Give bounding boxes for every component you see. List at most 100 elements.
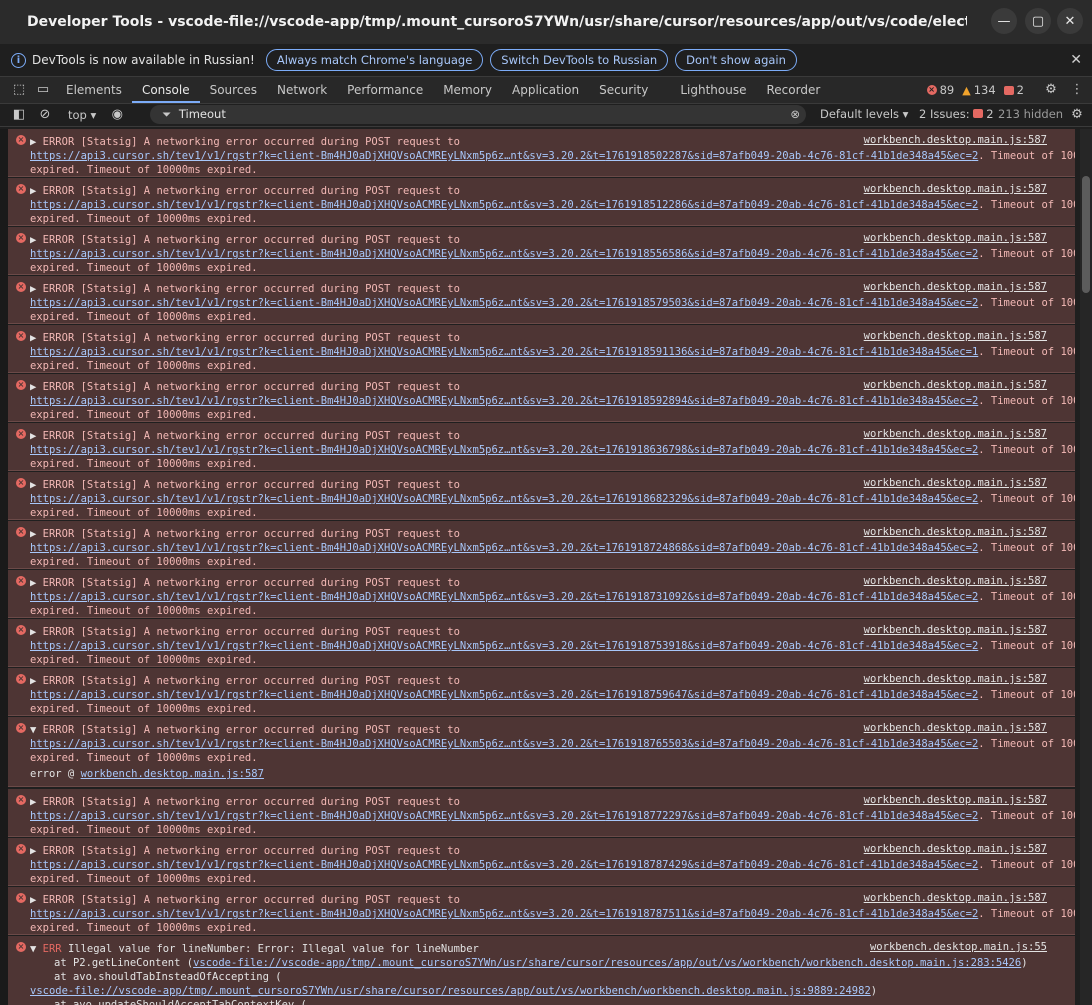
- tab-network[interactable]: Network: [267, 77, 337, 103]
- levels-dropdown[interactable]: Default levels ▾: [820, 107, 908, 121]
- tab-console[interactable]: Console: [131, 77, 200, 103]
- close-button[interactable]: ✕: [1057, 8, 1083, 34]
- maximize-button[interactable]: ▢: [1025, 8, 1051, 34]
- source-link[interactable]: workbench.desktop.main.js:587: [864, 721, 1047, 735]
- console-scrollbar-thumb[interactable]: [1082, 176, 1090, 293]
- collapsed-triangle-icon[interactable]: ▶: [30, 136, 43, 148]
- log-level: ERROR: [42, 894, 75, 906]
- source-link[interactable]: workbench.desktop.main.js:587: [864, 672, 1047, 686]
- collapsed-triangle-icon[interactable]: ▶: [30, 332, 43, 344]
- request-url-link[interactable]: https://api3.cursor.sh/tev1/v1/rgstr?k=c…: [30, 542, 978, 554]
- source-link[interactable]: workbench.desktop.main.js:587: [864, 329, 1047, 343]
- source-link[interactable]: workbench.desktop.main.js:587: [864, 182, 1047, 196]
- timeout-text: . Timeout of 10000ms: [978, 248, 1075, 260]
- source-link[interactable]: workbench.desktop.main.js:587: [864, 793, 1047, 807]
- request-url-link[interactable]: https://api3.cursor.sh/tev1/v1/rgstr?k=c…: [30, 591, 978, 603]
- always-match-language-button[interactable]: Always match Chrome's language: [265, 49, 484, 71]
- source-link[interactable]: workbench.desktop.main.js:55: [870, 940, 1047, 954]
- source-link[interactable]: workbench.desktop.main.js:587: [864, 231, 1047, 245]
- collapsed-triangle-icon[interactable]: ▶: [30, 577, 43, 589]
- source-link[interactable]: workbench.desktop.main.js:587: [864, 842, 1047, 856]
- url-prefix: https://api3.cursor.sh/tev1/v1/rgstr?k=c…: [30, 346, 606, 358]
- request-url-link[interactable]: https://api3.cursor.sh/tev1/v1/rgstr?k=c…: [30, 908, 978, 920]
- stack-source-link[interactable]: workbench.desktop.main.js:587: [81, 768, 264, 780]
- tab-sources[interactable]: Sources: [200, 77, 267, 103]
- tab-security[interactable]: Security: [589, 77, 658, 103]
- device-toolbar-icon[interactable]: ▭: [36, 83, 50, 97]
- minimize-button[interactable]: —: [991, 8, 1017, 34]
- expanded-triangle-icon[interactable]: ▼: [30, 724, 43, 736]
- collapsed-triangle-icon[interactable]: ▶: [30, 430, 43, 442]
- request-url-link[interactable]: https://api3.cursor.sh/tev1/v1/rgstr?k=c…: [30, 810, 978, 822]
- source-link[interactable]: workbench.desktop.main.js:587: [864, 476, 1047, 490]
- request-url-link[interactable]: https://api3.cursor.sh/tev1/v1/rgstr?k=c…: [30, 859, 978, 871]
- source-link[interactable]: workbench.desktop.main.js:587: [864, 280, 1047, 294]
- error-icon: ×: [16, 723, 26, 733]
- collapsed-triangle-icon[interactable]: ▶: [30, 626, 43, 638]
- filter-clear-icon[interactable]: ⊗: [790, 105, 800, 124]
- dont-show-again-button[interactable]: Don't show again: [675, 49, 797, 71]
- source-link[interactable]: workbench.desktop.main.js:587: [864, 574, 1047, 588]
- request-url-link[interactable]: https://api3.cursor.sh/tev1/v1/rgstr?k=c…: [30, 297, 978, 309]
- source-link[interactable]: workbench.desktop.main.js:587: [864, 427, 1047, 441]
- console-settings-gear-icon[interactable]: ⚙: [1070, 108, 1084, 122]
- collapsed-triangle-icon[interactable]: ▶: [30, 381, 43, 393]
- source-link[interactable]: workbench.desktop.main.js:587: [864, 623, 1047, 637]
- collapsed-triangle-icon[interactable]: ▶: [30, 796, 43, 808]
- request-url-link[interactable]: https://api3.cursor.sh/tev1/v1/rgstr?k=c…: [30, 199, 978, 211]
- more-options-icon[interactable]: ⋮: [1070, 83, 1084, 97]
- filter-input[interactable]: ⏷ Timeout ⊗: [150, 105, 806, 124]
- expanded-triangle-icon[interactable]: ▼: [30, 943, 43, 955]
- url-timestamp: 1761918787511: [605, 908, 688, 920]
- timeout-text: . Timeout of 10000ms: [978, 395, 1075, 407]
- clear-console-icon[interactable]: ⊘: [38, 108, 52, 122]
- request-url-link[interactable]: https://api3.cursor.sh/tev1/v1/rgstr?k=c…: [30, 248, 978, 260]
- collapsed-triangle-icon[interactable]: ▶: [30, 234, 43, 246]
- request-url-link[interactable]: https://api3.cursor.sh/tev1/v1/rgstr?k=c…: [30, 395, 978, 407]
- tab-lighthouse[interactable]: Lighthouse: [670, 77, 756, 103]
- collapsed-triangle-icon[interactable]: ▶: [30, 479, 43, 491]
- issue-count-icon: [1003, 85, 1014, 95]
- request-url-link[interactable]: https://api3.cursor.sh/tev1/v1/rgstr?k=c…: [30, 493, 978, 505]
- collapsed-triangle-icon[interactable]: ▶: [30, 185, 43, 197]
- tab-application[interactable]: Application: [502, 77, 589, 103]
- tab-memory[interactable]: Memory: [433, 77, 502, 103]
- request-url-link[interactable]: https://api3.cursor.sh/tev1/v1/rgstr?k=c…: [30, 150, 978, 162]
- window-titlebar: Developer Tools - vscode-file://vscode-a…: [0, 0, 1092, 44]
- request-url-link[interactable]: https://api3.cursor.sh/tev1/v1/rgstr?k=c…: [30, 346, 978, 358]
- error-icon: ×: [16, 674, 26, 684]
- issues-summary[interactable]: 2 Issues: 2: [919, 107, 994, 121]
- switch-to-russian-button[interactable]: Switch DevTools to Russian: [490, 49, 669, 71]
- error-icon: ×: [16, 844, 26, 854]
- collapsed-triangle-icon[interactable]: ▶: [30, 894, 43, 906]
- live-expression-eye-icon[interactable]: ◉: [110, 108, 124, 122]
- inspect-element-icon[interactable]: ⬚: [12, 83, 26, 97]
- request-url-link[interactable]: https://api3.cursor.sh/tev1/v1/rgstr?k=c…: [30, 738, 978, 750]
- message-url-line: https://api3.cursor.sh/tev1/v1/rgstr?k=c…: [8, 247, 1075, 261]
- collapsed-triangle-icon[interactable]: ▶: [30, 283, 43, 295]
- request-url-link[interactable]: https://api3.cursor.sh/tev1/v1/rgstr?k=c…: [30, 689, 978, 701]
- context-select[interactable]: top ▾: [68, 108, 96, 122]
- tab-recorder[interactable]: Recorder: [757, 77, 831, 103]
- frame-link[interactable]: vscode-file://vscode-app/tmp/.mount_curs…: [193, 957, 1021, 969]
- frame-link[interactable]: vscode-file://vscode-app/tmp/.mount_curs…: [30, 985, 871, 997]
- url-timestamp: 1761918759647: [605, 689, 688, 701]
- request-url-link[interactable]: https://api3.cursor.sh/tev1/v1/rgstr?k=c…: [30, 640, 978, 652]
- console-counts[interactable]: × 89 ▲ 134 2: [926, 77, 1024, 103]
- tab-performance[interactable]: Performance: [337, 77, 433, 103]
- source-link[interactable]: workbench.desktop.main.js:587: [864, 133, 1047, 147]
- request-url-link[interactable]: https://api3.cursor.sh/tev1/v1/rgstr?k=c…: [30, 444, 978, 456]
- source-link[interactable]: workbench.desktop.main.js:587: [864, 378, 1047, 392]
- message-text: [Statsig] A networking error occurred du…: [80, 136, 460, 148]
- infobar-close-icon[interactable]: ✕: [1070, 52, 1082, 68]
- source-link[interactable]: workbench.desktop.main.js:587: [864, 525, 1047, 539]
- collapsed-triangle-icon[interactable]: ▶: [30, 845, 43, 857]
- sidebar-toggle-icon[interactable]: ◧: [12, 108, 26, 122]
- url-mid: &sid=87afb049-20ab-4c76-81cf-41b1de348a4…: [687, 640, 972, 652]
- settings-gear-icon[interactable]: ⚙: [1044, 83, 1058, 97]
- source-link[interactable]: workbench.desktop.main.js:587: [864, 891, 1047, 905]
- frame-suffix: ): [870, 985, 878, 997]
- collapsed-triangle-icon[interactable]: ▶: [30, 675, 43, 687]
- collapsed-triangle-icon[interactable]: ▶: [30, 528, 43, 540]
- tab-elements[interactable]: Elements: [56, 77, 132, 103]
